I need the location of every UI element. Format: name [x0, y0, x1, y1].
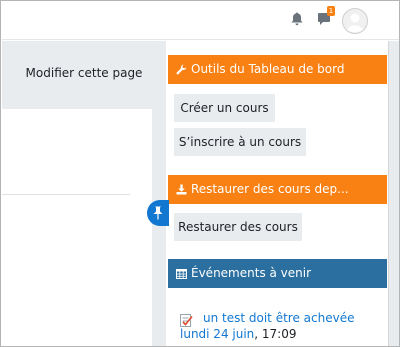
- enrol-course-button[interactable]: S’inscrire à un cours: [174, 128, 306, 156]
- create-course-button[interactable]: Créer un cours: [174, 94, 275, 122]
- top-navbar: [2, 2, 399, 40]
- main-content: [2, 109, 151, 346]
- scrollbar[interactable]: [388, 41, 399, 346]
- event-date-link[interactable]: lundi 24 juin: [180, 327, 254, 341]
- dashboard-tools-title: Outils du Tableau de bord: [191, 62, 345, 76]
- bell-icon[interactable]: [291, 12, 303, 26]
- assignment-icon: [180, 314, 193, 327]
- event-item: un test doit être achevée lundi 24 juin,…: [180, 310, 380, 342]
- content-divider: [2, 194, 130, 195]
- drawer-toggle[interactable]: [147, 200, 169, 226]
- user-avatar-icon[interactable]: [342, 8, 368, 34]
- messages-count-badge: 1: [327, 6, 335, 16]
- restore-courses-button[interactable]: Restaurer des cours: [174, 213, 302, 241]
- restore-block-header: Restaurer des cours dep...: [168, 175, 387, 204]
- wrench-icon: [176, 64, 187, 75]
- page-gutter: [152, 41, 166, 346]
- event-link[interactable]: un test doit être achevée: [180, 310, 380, 326]
- page-frame: 1 Modifier cette page Outils du Tableau …: [0, 0, 400, 347]
- download-icon: [176, 184, 187, 195]
- calendar-icon: [176, 268, 187, 279]
- edit-page-button[interactable]: Modifier cette page: [20, 60, 148, 87]
- dashboard-tools-block-header: Outils du Tableau de bord: [168, 55, 387, 84]
- upcoming-events-block-header: Événements à venir: [168, 259, 387, 288]
- event-time: , 17:09: [254, 327, 297, 341]
- restore-block-title: Restaurer des cours dep...: [191, 182, 349, 196]
- pin-icon: [153, 206, 163, 220]
- upcoming-events-title: Événements à venir: [191, 266, 312, 280]
